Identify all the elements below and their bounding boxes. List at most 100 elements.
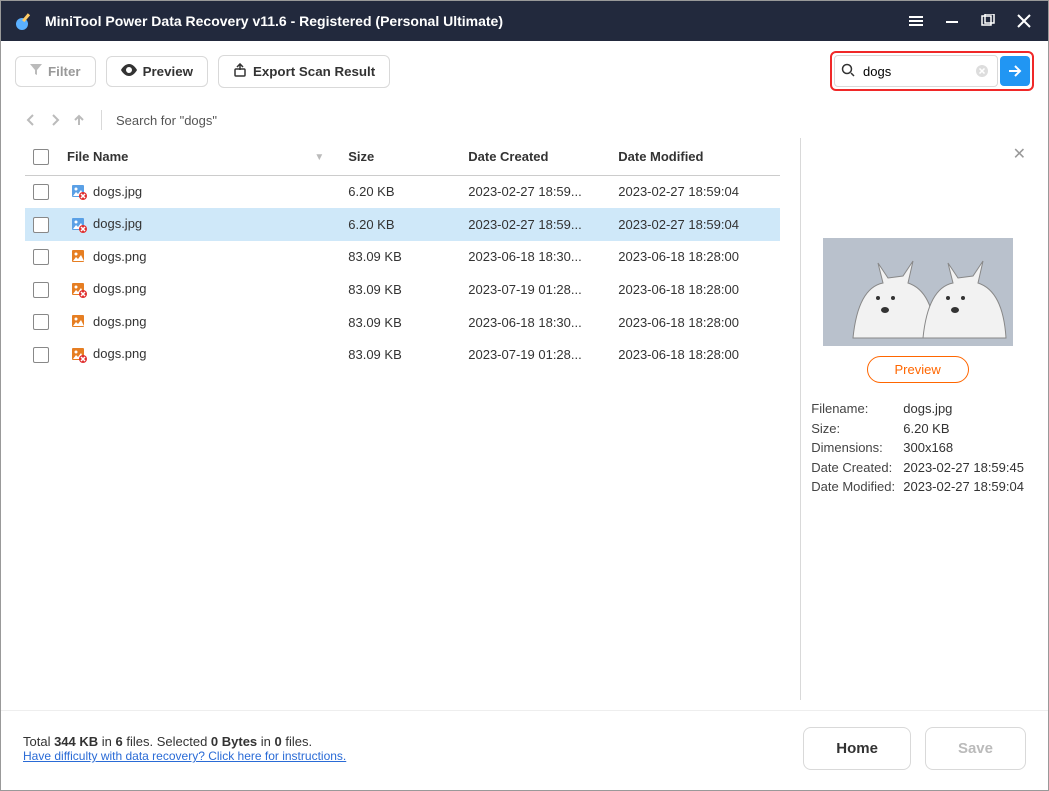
meta-value-size: 6.20 KB [903, 419, 1024, 439]
file-modified: 2023-02-27 18:59:04 [610, 208, 780, 241]
breadcrumb: Search for "dogs" [116, 113, 217, 128]
meta-value-created: 2023-02-27 18:59:45 [903, 458, 1024, 478]
meta-label-dimensions: Dimensions: [811, 438, 903, 458]
home-button[interactable]: Home [803, 727, 911, 770]
table-row[interactable]: dogs.png 83.09 KB 2023-07-19 01:28... 20… [25, 273, 780, 306]
search-submit-button[interactable] [1000, 56, 1030, 86]
export-icon [233, 63, 247, 80]
export-label: Export Scan Result [253, 64, 375, 79]
header-checkbox-col[interactable] [25, 138, 59, 175]
table-row[interactable]: dogs.png 83.09 KB 2023-06-18 18:30... 20… [25, 241, 780, 274]
filter-icon [30, 64, 42, 79]
file-created: 2023-07-19 01:28... [460, 338, 610, 371]
sort-desc-icon: ▼ [314, 152, 324, 163]
footer: Total 344 KB in 6 files. Selected 0 Byte… [1, 710, 1048, 790]
file-created: 2023-06-18 18:30... [460, 306, 610, 339]
file-type-icon [71, 217, 87, 233]
row-checkbox[interactable] [33, 184, 49, 200]
nav-forward-button[interactable] [47, 112, 63, 128]
search-input[interactable] [861, 63, 973, 80]
preview-label: Preview [143, 64, 193, 79]
status-text: Total 344 KB in 6 files. Selected 0 Byte… [23, 734, 346, 749]
file-modified: 2023-06-18 18:28:00 [610, 338, 780, 371]
menu-button[interactable] [902, 7, 930, 35]
clear-search-icon[interactable] [973, 64, 991, 78]
file-modified: 2023-02-27 18:59:04 [610, 175, 780, 208]
search-icon [841, 63, 855, 80]
title-bar: MiniTool Power Data Recovery v11.6 - Reg… [1, 1, 1048, 41]
save-button[interactable]: Save [925, 727, 1026, 770]
file-size: 83.09 KB [340, 241, 460, 274]
nav-row: Search for "dogs" [1, 102, 1048, 138]
toolbar: Filter Preview Export Scan Result [1, 41, 1048, 102]
file-modified: 2023-06-18 18:28:00 [610, 273, 780, 306]
row-checkbox[interactable] [33, 347, 49, 363]
meta-label-filename: Filename: [811, 399, 903, 419]
file-name: dogs.png [93, 281, 147, 296]
app-logo-icon [15, 11, 35, 31]
close-preview-button[interactable]: ✕ [1013, 144, 1026, 164]
eye-icon [121, 64, 137, 79]
header-name[interactable]: File Name ▼ [59, 138, 340, 175]
file-type-icon [71, 347, 87, 363]
nav-up-button[interactable] [71, 112, 87, 128]
file-size: 83.09 KB [340, 306, 460, 339]
preview-pane: ✕ Preview Filename:dogs.jpg [800, 138, 1034, 700]
app-window: MiniTool Power Data Recovery v11.6 - Reg… [0, 0, 1049, 791]
file-type-icon [71, 249, 87, 265]
file-created: 2023-02-27 18:59... [460, 208, 610, 241]
meta-label-created: Date Created: [811, 458, 903, 478]
file-modified: 2023-06-18 18:28:00 [610, 306, 780, 339]
file-created: 2023-07-19 01:28... [460, 273, 610, 306]
file-modified: 2023-06-18 18:28:00 [610, 241, 780, 274]
meta-value-modified: 2023-02-27 18:59:04 [903, 477, 1024, 497]
window-title: MiniTool Power Data Recovery v11.6 - Reg… [45, 13, 894, 29]
maximize-button[interactable] [974, 7, 1002, 35]
file-list-pane: File Name ▼ Size Date Created Date Modifi… [15, 138, 790, 700]
file-created: 2023-06-18 18:30... [460, 241, 610, 274]
file-type-icon [71, 314, 87, 330]
file-type-icon [71, 282, 87, 298]
table-row[interactable]: dogs.png 83.09 KB 2023-07-19 01:28... 20… [25, 338, 780, 371]
close-button[interactable] [1010, 7, 1038, 35]
file-size: 83.09 KB [340, 338, 460, 371]
file-size: 83.09 KB [340, 273, 460, 306]
preview-open-button[interactable]: Preview [867, 356, 969, 383]
row-checkbox[interactable] [33, 314, 49, 330]
search-box [834, 55, 998, 87]
search-highlight [830, 51, 1034, 91]
file-size: 6.20 KB [340, 175, 460, 208]
content-area: File Name ▼ Size Date Created Date Modifi… [1, 138, 1048, 714]
table-row[interactable]: dogs.jpg 6.20 KB 2023-02-27 18:59... 202… [25, 175, 780, 208]
export-button[interactable]: Export Scan Result [218, 55, 390, 88]
header-created[interactable]: Date Created [460, 138, 610, 175]
nav-back-button[interactable] [23, 112, 39, 128]
meta-value-dimensions: 300x168 [903, 438, 1024, 458]
meta-label-size: Size: [811, 419, 903, 439]
file-table: File Name ▼ Size Date Created Date Modifi… [25, 138, 780, 371]
table-row[interactable]: dogs.jpg 6.20 KB 2023-02-27 18:59... 202… [25, 208, 780, 241]
preview-button[interactable]: Preview [106, 56, 208, 87]
header-size[interactable]: Size [340, 138, 460, 175]
row-checkbox[interactable] [33, 282, 49, 298]
select-all-checkbox[interactable] [33, 149, 49, 165]
file-name: dogs.png [93, 346, 147, 361]
meta-label-modified: Date Modified: [811, 477, 903, 497]
header-name-label: File Name [67, 149, 128, 164]
file-size: 6.20 KB [340, 208, 460, 241]
help-link[interactable]: Have difficulty with data recovery? Clic… [23, 749, 346, 763]
file-name: dogs.png [93, 314, 147, 329]
file-created: 2023-02-27 18:59... [460, 175, 610, 208]
meta-value-filename: dogs.jpg [903, 399, 1024, 419]
row-checkbox[interactable] [33, 217, 49, 233]
file-name: dogs.png [93, 249, 147, 264]
header-modified[interactable]: Date Modified [610, 138, 780, 175]
minimize-button[interactable] [938, 7, 966, 35]
preview-thumbnail [823, 238, 1013, 346]
file-name: dogs.jpg [93, 184, 142, 199]
file-type-icon [71, 184, 87, 200]
row-checkbox[interactable] [33, 249, 49, 265]
filter-button[interactable]: Filter [15, 56, 96, 87]
table-row[interactable]: dogs.png 83.09 KB 2023-06-18 18:30... 20… [25, 306, 780, 339]
filter-label: Filter [48, 64, 81, 79]
